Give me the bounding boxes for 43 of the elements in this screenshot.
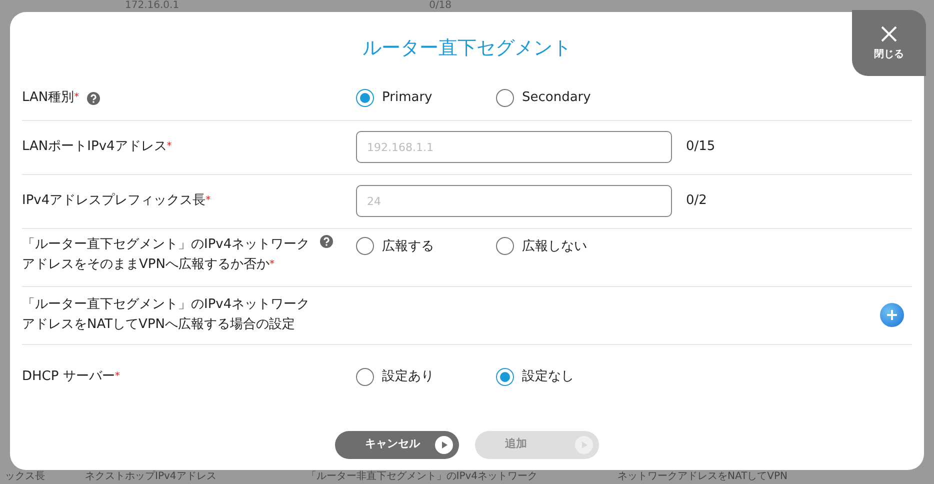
field-label: LAN種別* — [22, 89, 80, 107]
background-text: 「ルーター非直下セグメント」のIPv4ネットワーク — [306, 470, 538, 484]
field-label: IPv4アドレスプレフィックス長* — [22, 192, 211, 210]
radio-option[interactable]: 設定なし — [496, 366, 636, 386]
field-label: LANポートIPv4アドレス* — [22, 138, 172, 156]
field-label: 「ルーター直下セグメント」のIPv4ネットワークアドレスをNATしてVPNへ広報する場合の設定 — [22, 296, 311, 334]
radio-option[interactable]: 広報しない — [496, 236, 636, 256]
text-field[interactable]: 24 — [356, 185, 672, 217]
required-mark: * — [206, 195, 211, 206]
required-mark: * — [269, 258, 274, 270]
radio-option[interactable]: Secondary — [496, 88, 636, 108]
radio-button[interactable] — [496, 89, 514, 107]
required-mark: * — [166, 141, 172, 152]
help-icon[interactable] — [87, 92, 100, 104]
background-text: 172.16.0.1 — [125, 0, 180, 12]
radio-button[interactable] — [496, 237, 514, 256]
play-icon — [435, 436, 453, 454]
radio-button[interactable] — [356, 237, 374, 256]
radio-button[interactable] — [496, 368, 514, 386]
character-counter: 0/15 — [686, 138, 716, 156]
radio-button[interactable] — [356, 368, 374, 386]
required-mark: * — [114, 370, 120, 382]
background-text: ックス長 — [5, 470, 45, 484]
required-mark: * — [74, 92, 80, 103]
background-text: ネットワークアドレスをNATしてVPN — [618, 470, 788, 484]
background-text: ネクストホップIPv4アドレス — [85, 470, 216, 484]
help-icon[interactable] — [320, 234, 333, 248]
radio-option[interactable]: Primary — [356, 88, 496, 108]
play-icon — [575, 436, 593, 454]
cancel-button[interactable]: キャンセル — [335, 430, 459, 458]
field-label: DHCP サーバー* — [22, 368, 120, 386]
close-button[interactable]: 閉じる — [852, 10, 926, 76]
character-counter: 0/2 — [686, 192, 707, 210]
background-text: 0/18 — [429, 0, 452, 12]
radio-option[interactable]: 広報する — [356, 236, 496, 256]
add-button[interactable] — [880, 303, 904, 327]
plus-icon — [887, 310, 897, 320]
dialog-title: ルーター直下セグメント — [362, 36, 572, 61]
radio-option[interactable]: 設定あり — [356, 366, 496, 386]
field-label: 「ルーター直下セグメント」のIPv4ネットワークアドレスをそのままVPNへ広報するか否か* — [22, 236, 311, 274]
radio-button[interactable] — [356, 89, 374, 107]
close-icon — [880, 24, 898, 42]
text-field[interactable]: 192.168.1.1 — [356, 131, 672, 163]
